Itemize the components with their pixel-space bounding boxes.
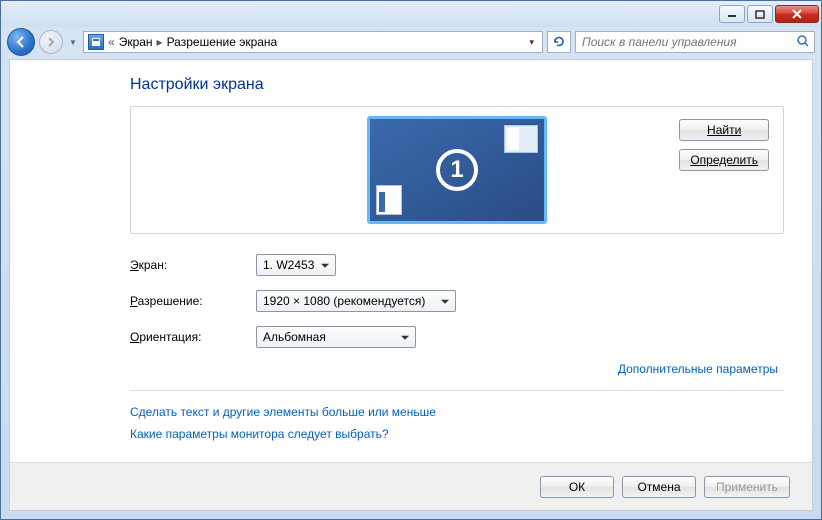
nav-forward-button[interactable]	[39, 30, 63, 54]
display-number: 1	[436, 149, 478, 191]
refresh-button[interactable]	[547, 31, 571, 53]
search-icon	[796, 34, 810, 51]
row-orientation: Ориентация: Альбомная	[130, 326, 784, 348]
minimize-button[interactable]	[719, 5, 745, 23]
link-which-settings[interactable]: Какие параметры монитора следует выбрать…	[130, 427, 784, 441]
mini-window-icon	[376, 185, 402, 215]
page-title: Настройки экрана	[130, 76, 784, 94]
label-orientation: Ориентация:	[130, 330, 256, 344]
control-panel-icon	[88, 34, 104, 50]
close-icon	[791, 9, 803, 19]
maximize-button[interactable]	[747, 5, 773, 23]
close-button[interactable]	[775, 5, 819, 23]
address-bar: ▼ « Экран ▸ Разрешение экрана ▾	[1, 27, 821, 57]
label-resolution: Разрешение:	[130, 294, 256, 308]
detect-button[interactable]: Определить	[679, 149, 769, 171]
arrow-left-icon	[14, 35, 28, 49]
search-box[interactable]	[575, 31, 815, 53]
chevron-right-icon: ▸	[157, 35, 163, 49]
breadcrumb-item-2[interactable]: Разрешение экрана	[167, 35, 278, 49]
find-button[interactable]: Найти	[679, 119, 769, 141]
content-area: Настройки экрана 1 Найти Определить Экра…	[9, 59, 813, 511]
combo-resolution[interactable]: 1920 × 1080 (рекомендуется)	[256, 290, 456, 312]
link-text-size[interactable]: Сделать текст и другие элементы больше и…	[130, 405, 784, 419]
display-thumbnail[interactable]: 1	[367, 116, 547, 224]
nav-history-dropdown[interactable]: ▼	[67, 32, 79, 52]
titlebar	[1, 1, 821, 27]
window-frame: ▼ « Экран ▸ Разрешение экрана ▾ Настройк…	[0, 0, 822, 520]
combo-orientation[interactable]: Альбомная	[256, 326, 416, 348]
display-preview-box: 1 Найти Определить	[130, 106, 784, 234]
maximize-icon	[755, 10, 765, 19]
breadcrumb-item-1[interactable]: Экран	[119, 35, 153, 49]
refresh-icon	[552, 35, 566, 49]
breadcrumb-dropdown-icon[interactable]: ▾	[525, 37, 538, 48]
dialog-footer: ОК Отмена Применить	[10, 462, 812, 510]
search-input[interactable]	[580, 34, 796, 50]
breadcrumb-sep-icon: «	[108, 35, 115, 49]
nav-back-button[interactable]	[7, 28, 35, 56]
combo-screen[interactable]: 1. W2453	[256, 254, 336, 276]
minimize-icon	[727, 10, 737, 18]
link-advanced-settings[interactable]: Дополнительные параметры	[618, 362, 778, 376]
row-screen: Экран: 1. W2453	[130, 254, 784, 276]
ok-button[interactable]: ОК	[540, 476, 614, 498]
apply-button[interactable]: Применить	[704, 476, 790, 498]
row-resolution: Разрешение: 1920 × 1080 (рекомендуется)	[130, 290, 784, 312]
separator	[130, 390, 784, 391]
breadcrumb[interactable]: « Экран ▸ Разрешение экрана ▾	[83, 31, 543, 53]
cancel-button[interactable]: Отмена	[622, 476, 696, 498]
mini-window-icon	[504, 125, 538, 153]
arrow-right-icon	[45, 36, 57, 48]
label-screen: Экран:	[130, 258, 256, 272]
